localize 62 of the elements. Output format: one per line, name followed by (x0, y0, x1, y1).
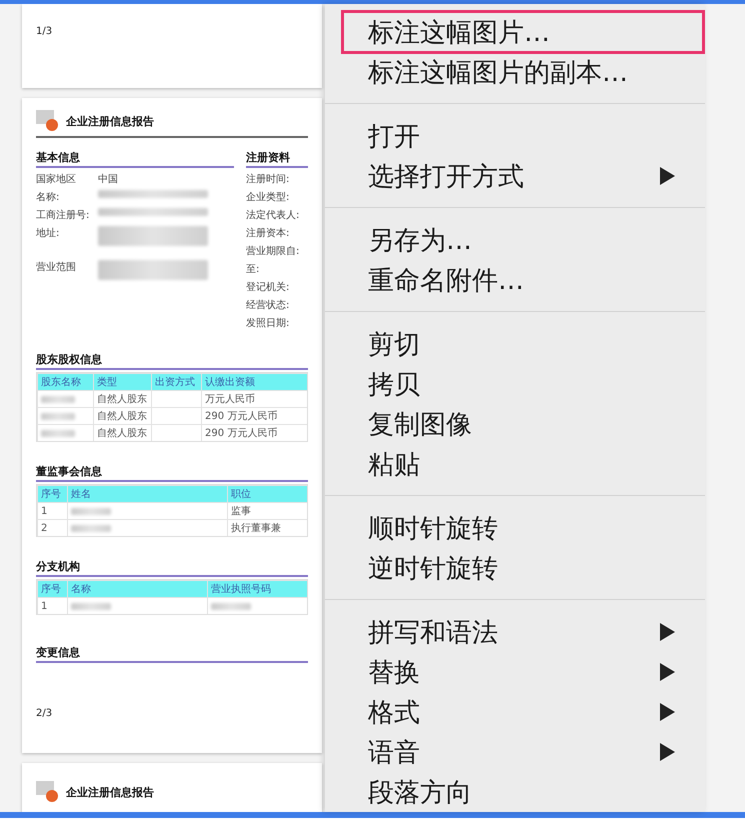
field-label: 发照日期: (246, 316, 290, 330)
section-heading: 基本信息 (36, 150, 234, 168)
redacted-text (41, 412, 75, 420)
report-title: 企业注册信息报告 (66, 784, 154, 800)
field-label: 名称: (36, 191, 60, 204)
menu-item[interactable]: 拷贝 (325, 364, 705, 404)
menu-item[interactable]: 顺时针旋转 (325, 508, 705, 548)
page-number: 1/3 (36, 26, 54, 37)
field-label: 经营状态: (246, 298, 290, 312)
menu-item[interactable]: 选择打开方式 (325, 156, 705, 196)
table-cell: 1 (41, 506, 48, 516)
menu-item[interactable]: 复制图像 (325, 404, 705, 444)
menu-item[interactable]: 重命名附件… (325, 260, 705, 300)
redacted-text (71, 602, 111, 610)
table-cell-text: 自然人股东 (97, 426, 147, 440)
field-label: 企业类型: (246, 190, 290, 204)
table-cell: 2 (41, 522, 48, 534)
menu-item[interactable]: 粘贴 (325, 444, 705, 484)
report-logo-icon (36, 781, 60, 803)
table-cell-text: 自然人股东 (97, 410, 147, 423)
table-cell-text: 自然人股东 (97, 392, 147, 406)
menu-item[interactable]: 拼写和语法 (325, 612, 705, 652)
field-label: 工商注册号: (36, 208, 90, 222)
page-number: 2/3 (36, 708, 54, 719)
table-cell-text: 290 万元人民币 (205, 426, 278, 440)
menu-item[interactable]: 剪切 (325, 324, 705, 364)
field-label: 营业期限自: (246, 244, 300, 258)
report-title: 企业注册信息报告 (66, 114, 154, 128)
field-label: 登记机关: (246, 280, 290, 294)
menu-item[interactable]: 另存为… (325, 220, 705, 260)
section-heading: 注册资料 (246, 150, 308, 168)
menu-item[interactable]: 语音 (325, 732, 705, 772)
redacted-text (71, 508, 111, 514)
table-cell-text: 290 万元人民币 (205, 410, 278, 423)
menu-item[interactable]: 打开 (325, 116, 705, 156)
menu-item[interactable]: 段落方向 (325, 772, 705, 812)
table-cell: 1 (41, 600, 48, 612)
redacted-text (211, 602, 251, 610)
redacted-text (41, 396, 75, 402)
report-logo-icon (36, 110, 60, 132)
menu-item[interactable]: 标注这幅图片… (343, 12, 703, 52)
field-value: 中国 (98, 172, 118, 186)
section-heading: 股东股权信息 (36, 352, 308, 370)
section-heading: 分支机构 (36, 559, 308, 577)
redacted-text (71, 524, 111, 532)
field-label: 法定代表人: (246, 208, 300, 222)
menu-item[interactable]: 逆时针旋转 (325, 548, 705, 588)
menu-item[interactable]: 替换 (325, 652, 705, 692)
menu-item[interactable]: 标注这幅图片的副本… (325, 52, 705, 92)
field-label: 注册资本: (246, 226, 290, 240)
redacted-text (41, 430, 75, 436)
field-label: 国家地区 (36, 172, 77, 186)
table-cell-text: 监事 (231, 504, 251, 518)
table-cell-text: 执行董事兼 (231, 522, 281, 535)
field-label: 注册时间: (246, 172, 290, 186)
section-heading: 董监事会信息 (36, 464, 308, 482)
field-label: 地址: (36, 226, 60, 240)
table-cell-text: 万元人民币 (205, 392, 255, 406)
menu-item[interactable]: 格式 (325, 692, 705, 732)
field-label: 至: (246, 263, 260, 276)
section-heading: 变更信息 (36, 645, 308, 663)
field-label: 营业范围 (36, 260, 77, 274)
